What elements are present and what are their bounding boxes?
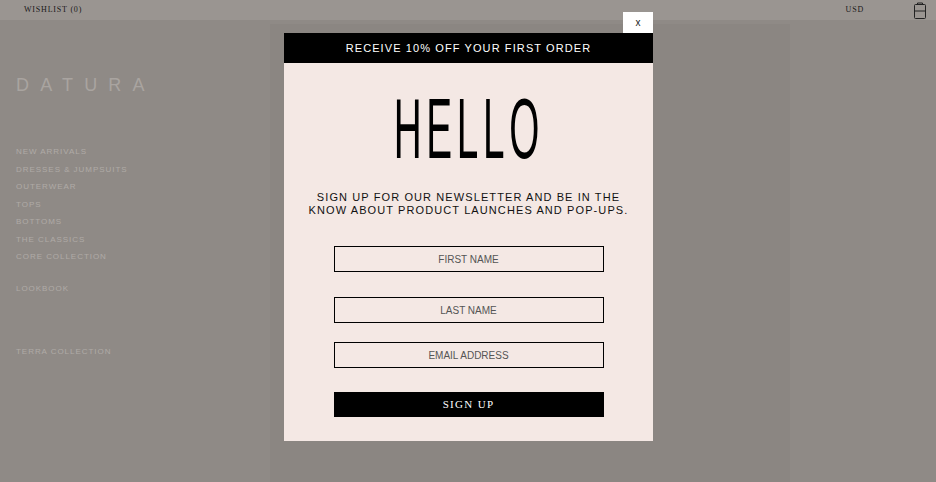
top-bar: WISHLIST (0) USD: [0, 0, 936, 20]
signup-form: SIGN UP: [334, 246, 604, 417]
text-field[interactable]: [334, 342, 604, 368]
modal-title: HELLO: [393, 85, 543, 171]
text-field[interactable]: [334, 246, 604, 272]
modal-message: SIGN UP FOR OUR NEWSLETTER AND BE IN THE…: [284, 191, 653, 217]
page: WISHLIST (0)USDDATURANEW ARRIVALSDRESSES…: [0, 0, 936, 482]
promo-banner: RECEIVE 10% OFF YOUR FIRST ORDER: [284, 33, 653, 63]
currency-selector[interactable]: USD: [846, 4, 864, 16]
bag-icon[interactable]: [914, 2, 926, 19]
signup-button[interactable]: SIGN UP: [334, 392, 604, 417]
text-field[interactable]: [334, 297, 604, 323]
newsletter-modal: xRECEIVE 10% OFF YOUR FIRST ORDERHELLOSI…: [284, 33, 653, 441]
close-button[interactable]: x: [623, 12, 653, 33]
wishlist-link[interactable]: WISHLIST (0): [24, 4, 82, 16]
